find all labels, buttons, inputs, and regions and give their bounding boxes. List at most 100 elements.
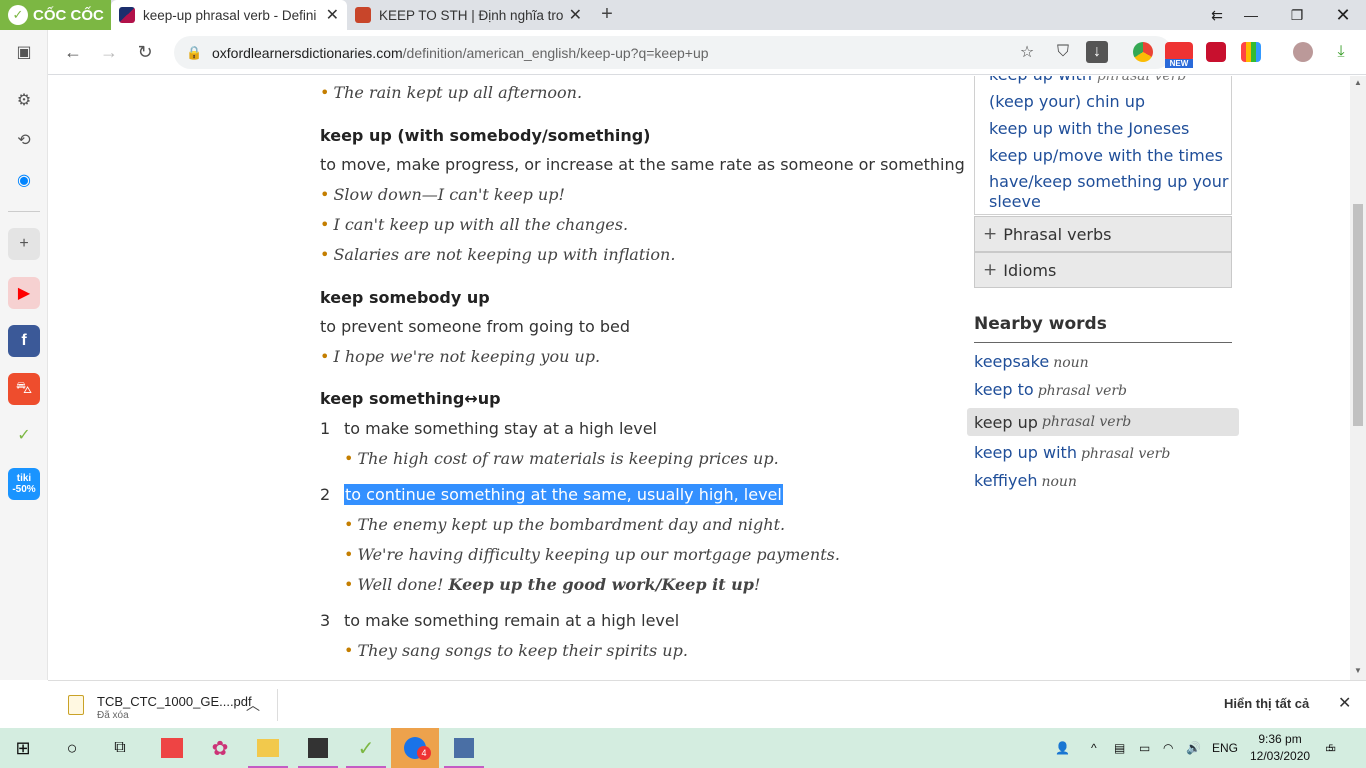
cambridge-favicon-icon — [355, 7, 371, 23]
selected-definition[interactable]: to continue something at the same, usual… — [344, 484, 783, 505]
task-view-icon[interactable]: ⧉ — [106, 734, 134, 762]
nearby-word-current[interactable]: keep up phrasal verb — [967, 408, 1239, 436]
history-icon[interactable]: ⟲ — [8, 124, 40, 156]
pdf-file-icon — [68, 695, 84, 715]
volume-icon[interactable]: 🔊 — [1186, 728, 1201, 768]
tab-keep-up[interactable]: keep-up phrasal verb - Defini ✕ — [111, 0, 347, 30]
idioms-panel[interactable]: + Idioms — [974, 252, 1232, 288]
definition: to make something stay at a high level — [344, 419, 657, 438]
restore-button[interactable]: ❐ — [1274, 0, 1320, 30]
app-icon: ✿ — [211, 737, 229, 760]
shopee-icon[interactable]: ⛍ — [8, 373, 40, 405]
oxford-favicon-icon — [119, 7, 135, 23]
new-extension-icon[interactable]: NEW — [1165, 42, 1193, 68]
color-extension-icon[interactable] — [1241, 42, 1261, 62]
facebook-icon[interactable]: f — [8, 325, 40, 357]
sidebar-toggle-icon[interactable]: ▣ — [8, 36, 40, 68]
back-button[interactable]: ← — [60, 39, 86, 65]
taskbar-app[interactable]: ✿ — [196, 728, 244, 768]
coccoc-app[interactable]: ✓ — [342, 728, 390, 768]
clock-time: 9:36 pm — [1258, 732, 1302, 746]
download-bar: TCB_CTC_1000_GE....pdf Đã xóa ︿ Hiển thị… — [48, 680, 1366, 728]
folder-icon — [257, 739, 279, 757]
download-page-icon[interactable]: ↓ — [1086, 41, 1108, 63]
nearby-word-link[interactable]: keepsake noun — [974, 352, 1089, 371]
downloads-icon[interactable]: ⤓ — [1328, 39, 1354, 65]
idiom-link[interactable]: (keep your) chin up — [989, 92, 1145, 111]
messenger-icon[interactable]: ◉ — [8, 164, 40, 196]
phrasal-verbs-panel[interactable]: + Phrasal verbs — [974, 216, 1232, 252]
taskbar-app[interactable] — [440, 728, 488, 768]
idiom-link[interactable]: keep up with phrasal verb — [989, 76, 1186, 84]
example-sentence: • The high cost of raw materials is keepi… — [344, 449, 779, 468]
download-status: Đã xóa — [97, 710, 129, 721]
bookmark-star-icon[interactable]: ☆ — [1014, 39, 1040, 65]
idiom-link[interactable]: keep up/move with the times — [989, 146, 1223, 165]
idiom-link[interactable]: keep up with the Joneses — [989, 119, 1189, 138]
url-domain: oxfordlearnersdictionaries.com — [212, 44, 403, 61]
new-tab-button[interactable]: + — [596, 3, 618, 25]
tab-close-icon[interactable]: ✕ — [569, 5, 582, 25]
windows-start-icon[interactable]: ⊞ — [9, 734, 37, 762]
tab-close-icon[interactable]: ✕ — [326, 5, 339, 25]
system-clock[interactable]: 9:36 pm 12/03/2020 — [1250, 731, 1310, 765]
file-explorer-app[interactable] — [244, 728, 292, 768]
scrollbar-thumb[interactable] — [1353, 204, 1363, 426]
sticky-notes-app[interactable] — [294, 728, 342, 768]
nearby-word-link[interactable]: keffiyeh noun — [974, 471, 1077, 490]
notification-center-icon[interactable]: ▭ 5 — [1325, 728, 1336, 768]
coccoc-icon: ✓ — [357, 737, 375, 760]
youtube-icon[interactable]: ▶ — [8, 277, 40, 309]
input-language[interactable]: ENG — [1212, 728, 1238, 768]
navigation-bar: ← → ↻ 🔒 oxfordlearnersdictionaries.com/d… — [48, 30, 1366, 75]
settings-gear-icon[interactable]: ⚙ — [8, 84, 40, 116]
tab-strip: ✓ CỐC CỐC keep-up phrasal verb - Defini … — [0, 0, 1366, 30]
nearby-word-link[interactable]: keep up with phrasal verb — [974, 443, 1170, 462]
coccoc-menu-button[interactable]: ✓ CỐC CỐC — [0, 0, 111, 30]
forward-button[interactable]: → — [96, 39, 122, 65]
battery-icon[interactable]: ▭ — [1139, 728, 1150, 768]
windows-taskbar: ⊞ ○ ⧉ ✿ ✓ 4 👤 ^ ▤ ▭ ◠ 🔊 ENG 9:36 pm 12/0… — [0, 728, 1366, 768]
minimize-button[interactable]: — — [1228, 0, 1274, 30]
sense-number: 2 — [320, 485, 331, 504]
wifi-icon[interactable]: ◠ — [1163, 728, 1173, 768]
sense-number: 1 — [320, 419, 331, 438]
sense-number: 3 — [320, 611, 331, 630]
search-icon[interactable]: ○ — [58, 734, 86, 762]
note-icon — [308, 738, 328, 758]
chevron-up-icon[interactable]: ^ — [1091, 728, 1097, 768]
close-download-bar-icon[interactable]: ✕ — [1338, 693, 1351, 713]
tab-title: KEEP TO STH | Định nghĩa tro — [379, 7, 563, 23]
definition: to move, make progress, or increase at t… — [320, 155, 965, 174]
coccoc-icon[interactable]: ✓ — [8, 419, 40, 451]
profile-avatar[interactable] — [1293, 42, 1313, 62]
show-all-button[interactable]: Hiển thị tất cả — [1224, 696, 1309, 711]
reload-button[interactable]: ↻ — [132, 39, 158, 65]
idiom-link[interactable]: have/keep something up your sleeve — [989, 172, 1229, 212]
definition: to prevent someone from going to bed — [320, 317, 630, 336]
tray-app-icon[interactable]: ▤ — [1114, 728, 1125, 768]
download-filename[interactable]: TCB_CTC_1000_GE....pdf — [97, 694, 252, 709]
shield-icon[interactable]: ⛉ — [1050, 39, 1076, 65]
taskbar-app[interactable] — [148, 728, 196, 768]
chrome-extension-icon[interactable] — [1133, 42, 1153, 62]
add-app-icon[interactable]: + — [8, 228, 40, 260]
definition: to make something remain at a high level — [344, 611, 680, 630]
vertical-scrollbar[interactable]: ▲ ▼ — [1350, 76, 1366, 680]
lock-icon: 🔒 — [186, 44, 203, 60]
scroll-up-icon[interactable]: ▲ — [1354, 78, 1362, 87]
example-sentence: • I hope we're not keeping you up. — [320, 347, 601, 366]
chevron-up-icon[interactable]: ︿ — [246, 695, 260, 715]
scroll-down-icon[interactable]: ▼ — [1354, 666, 1362, 675]
close-window-button[interactable]: ✕ — [1320, 0, 1366, 30]
clock-date: 12/03/2020 — [1250, 749, 1311, 763]
tiki-icon[interactable]: tiki -50% — [8, 468, 40, 500]
sync-extension-icon[interactable] — [1206, 42, 1226, 62]
zalo-app[interactable]: 4 — [391, 728, 439, 768]
nearby-word-link[interactable]: keep to phrasal verb — [974, 380, 1127, 399]
brand-label: CỐC CỐC — [33, 6, 104, 24]
people-icon[interactable]: 👤 — [1055, 728, 1070, 768]
tab-keep-to[interactable]: KEEP TO STH | Định nghĩa tro ✕ — [347, 0, 590, 30]
phrasal-verb-headword: keep somebody up — [320, 288, 490, 307]
coccoc-logo-icon: ✓ — [8, 5, 28, 25]
